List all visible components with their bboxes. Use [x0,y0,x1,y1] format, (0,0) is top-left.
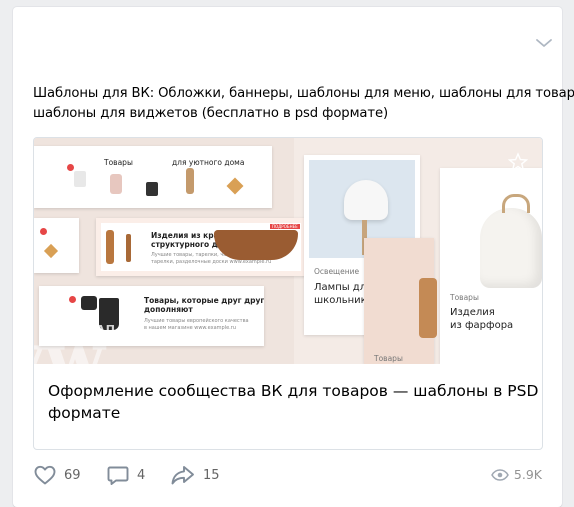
attachment-title[interactable]: Оформление сообщества ВК для товаров — ш… [48,380,539,424]
tile-label: Товары [450,293,479,302]
product-thumb [43,243,59,259]
banner-red-wood: Изделия из красного структурного дерева … [96,218,306,276]
banner-home-goods: Товары для уютного дома [34,146,272,208]
post-text: Шаблоны для ВК: Обложки, баннеры, шаблон… [33,84,574,124]
banner-title-right: для уютного дома [172,158,245,167]
product-thumb [226,177,244,195]
tile-title: из фарфора [450,320,514,331]
product-thumb [74,171,86,187]
post-text-line: шаблоны для виджетов (бесплатно в psd фо… [33,106,389,121]
product-thumb [106,230,114,264]
post-text-line: Шаблоны для ВК: Обложки, баннеры, шаблон… [33,86,574,101]
sale-badge [69,296,76,303]
banner-subtitle: Лучшие товары европейского качества [144,318,249,324]
eye-icon [491,468,509,481]
post-actions: 69 4 15 [13,455,562,495]
sale-badge [40,228,47,235]
kettle-handle [502,194,530,213]
banner-complementary-goods: Товары, которые друг друга дополняют Луч… [39,286,264,346]
product-thumb [81,296,97,310]
views-count: 5.9K [513,467,542,482]
comment-icon [107,466,129,485]
product-thumb [146,182,158,196]
attachment-title-line: Оформление сообщества ВК для товаров — ш… [48,382,539,400]
wood-product-image [419,278,437,338]
product-thumb [126,234,131,262]
banner-small-left [34,218,79,273]
banner-title-left: Товары [104,158,133,167]
tile-label: Товары [374,354,403,363]
chevron-down-icon[interactable] [535,37,553,49]
share-icon [171,466,194,485]
banner-title: Товары, которые друг друга [144,296,264,305]
link-attachment[interactable]: vw Товары для уютного дома [33,137,543,450]
banner-title: дополняют [144,305,193,314]
tile-goods: Товары [364,238,437,364]
product-thumb [110,174,122,194]
share-button[interactable]: 15 [170,455,220,495]
attachment-preview-image[interactable]: vw Товары для уютного дома [34,138,542,364]
star-icon [508,152,528,172]
tile-porcelain: Товары Изделия из фарфора [440,168,542,364]
like-button[interactable]: 69 [33,455,81,495]
tile-title: школьник [314,295,367,306]
tile-title: Изделия [450,307,495,318]
banner-subtitle: в нашем магазине www.example.ru [144,325,236,331]
like-count: 69 [64,467,81,483]
tile-label: Освещение [314,267,360,276]
heart-icon [34,465,56,485]
comment-count: 4 [137,467,146,483]
lamp-image [344,180,388,220]
post-card: Шаблоны для ВК: Обложки, баннеры, шаблон… [13,7,574,507]
attachment-title-line: формате [48,404,121,422]
product-thumb [186,168,194,194]
share-count: 15 [203,467,220,483]
watermark-text: МОКАП [64,323,117,336]
comment-button[interactable]: 4 [106,455,145,495]
kettle-image [480,208,542,288]
sale-badge [67,164,74,171]
views-counter: 5.9K [491,467,542,482]
banner-badge: ПОДРОБНЕЕ [270,224,300,229]
wood-bowl-image [214,230,298,260]
